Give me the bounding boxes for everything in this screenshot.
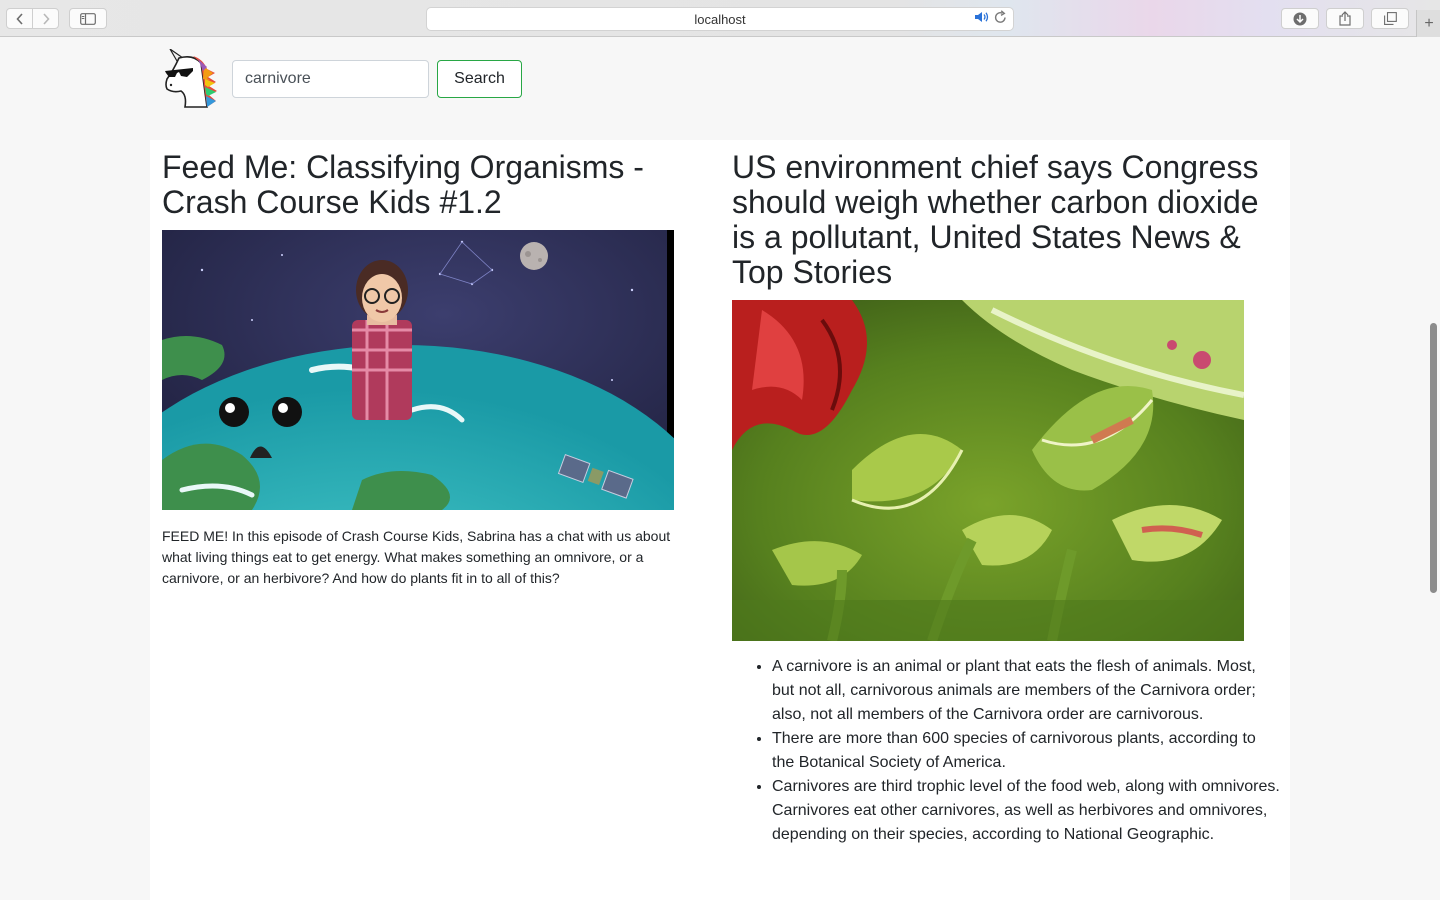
- list-item: There are more than 600 species of carni…: [772, 727, 1280, 775]
- result-card: US environment chief says Congress shoul…: [732, 140, 1280, 847]
- reload-icon[interactable]: [994, 10, 1007, 27]
- result-title[interactable]: US environment chief says Congress shoul…: [732, 150, 1280, 290]
- article-image[interactable]: [732, 300, 1244, 641]
- search-input[interactable]: [232, 60, 429, 98]
- downloads-button[interactable]: [1281, 8, 1319, 29]
- chevron-left-icon: [15, 12, 23, 25]
- new-tab-button[interactable]: +: [1416, 10, 1440, 37]
- sidebar-toggle-button[interactable]: [69, 8, 107, 29]
- download-icon: [1293, 12, 1307, 25]
- list-item: A carnivore is an animal or plant that e…: [772, 655, 1280, 727]
- list-item: Carnivores are third trophic level of th…: [772, 775, 1280, 847]
- sidebar-icon: [80, 12, 96, 25]
- result-bullets: A carnivore is an animal or plant that e…: [732, 655, 1280, 847]
- share-icon: [1339, 11, 1351, 26]
- chevron-right-icon: [42, 12, 50, 25]
- tabs-icon: [1383, 12, 1397, 25]
- result-title[interactable]: Feed Me: Classifying Organisms - Crash C…: [162, 150, 692, 220]
- results-container: Feed Me: Classifying Organisms - Crash C…: [150, 140, 1290, 900]
- unicorn-logo: [165, 49, 217, 108]
- share-button[interactable]: [1326, 8, 1364, 29]
- result-card: Feed Me: Classifying Organisms - Crash C…: [162, 140, 692, 589]
- address-bar[interactable]: localhost: [426, 7, 1014, 31]
- result-description: FEED ME! In this episode of Crash Course…: [162, 528, 671, 586]
- page-scrollbar[interactable]: [1430, 323, 1437, 593]
- show-tabs-button[interactable]: [1371, 8, 1409, 29]
- browser-toolbar: localhost +: [0, 0, 1440, 37]
- back-button[interactable]: [6, 8, 33, 29]
- url-text: localhost: [694, 12, 746, 27]
- speaker-icon[interactable]: [974, 11, 989, 26]
- forward-button[interactable]: [32, 8, 59, 29]
- search-button[interactable]: Search: [437, 60, 522, 98]
- video-thumbnail[interactable]: [162, 230, 674, 510]
